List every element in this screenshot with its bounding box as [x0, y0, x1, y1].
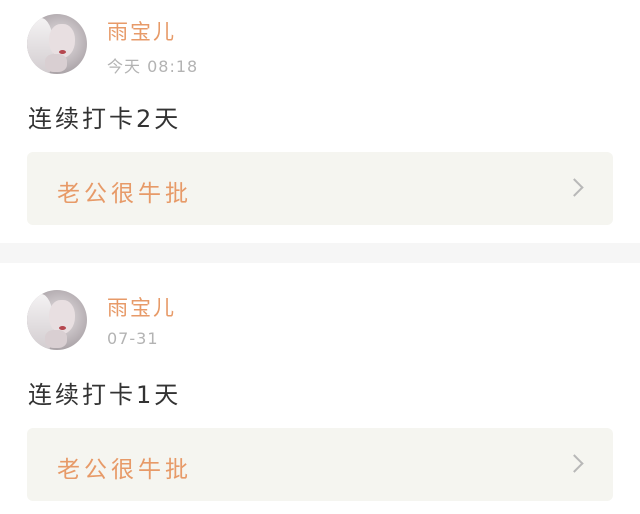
post-card: 雨宝儿 07-31 连续打卡1天 老公很牛批	[0, 263, 640, 514]
avatar[interactable]	[27, 14, 87, 74]
card-label: 老公很牛批	[57, 181, 192, 207]
linked-card[interactable]: 老公很牛批	[27, 152, 613, 225]
avatar-hand	[45, 330, 67, 348]
card-label: 老公很牛批	[57, 457, 192, 483]
post-content: 连续打卡1天	[28, 381, 182, 409]
linked-card[interactable]: 老公很牛批	[27, 428, 613, 501]
section-divider	[0, 243, 640, 263]
avatar-hand	[45, 54, 67, 72]
chevron-right-icon	[565, 178, 584, 197]
post-content: 连续打卡2天	[28, 105, 182, 133]
post-card: 雨宝儿 今天 08:18 连续打卡2天 老公很牛批	[0, 0, 640, 243]
username[interactable]: 雨宝儿	[107, 292, 176, 322]
post-time: 07-31	[107, 329, 159, 348]
avatar[interactable]	[27, 290, 87, 350]
username[interactable]: 雨宝儿	[107, 16, 176, 46]
post-time: 今天 08:18	[107, 57, 199, 76]
chevron-right-icon	[565, 454, 584, 473]
